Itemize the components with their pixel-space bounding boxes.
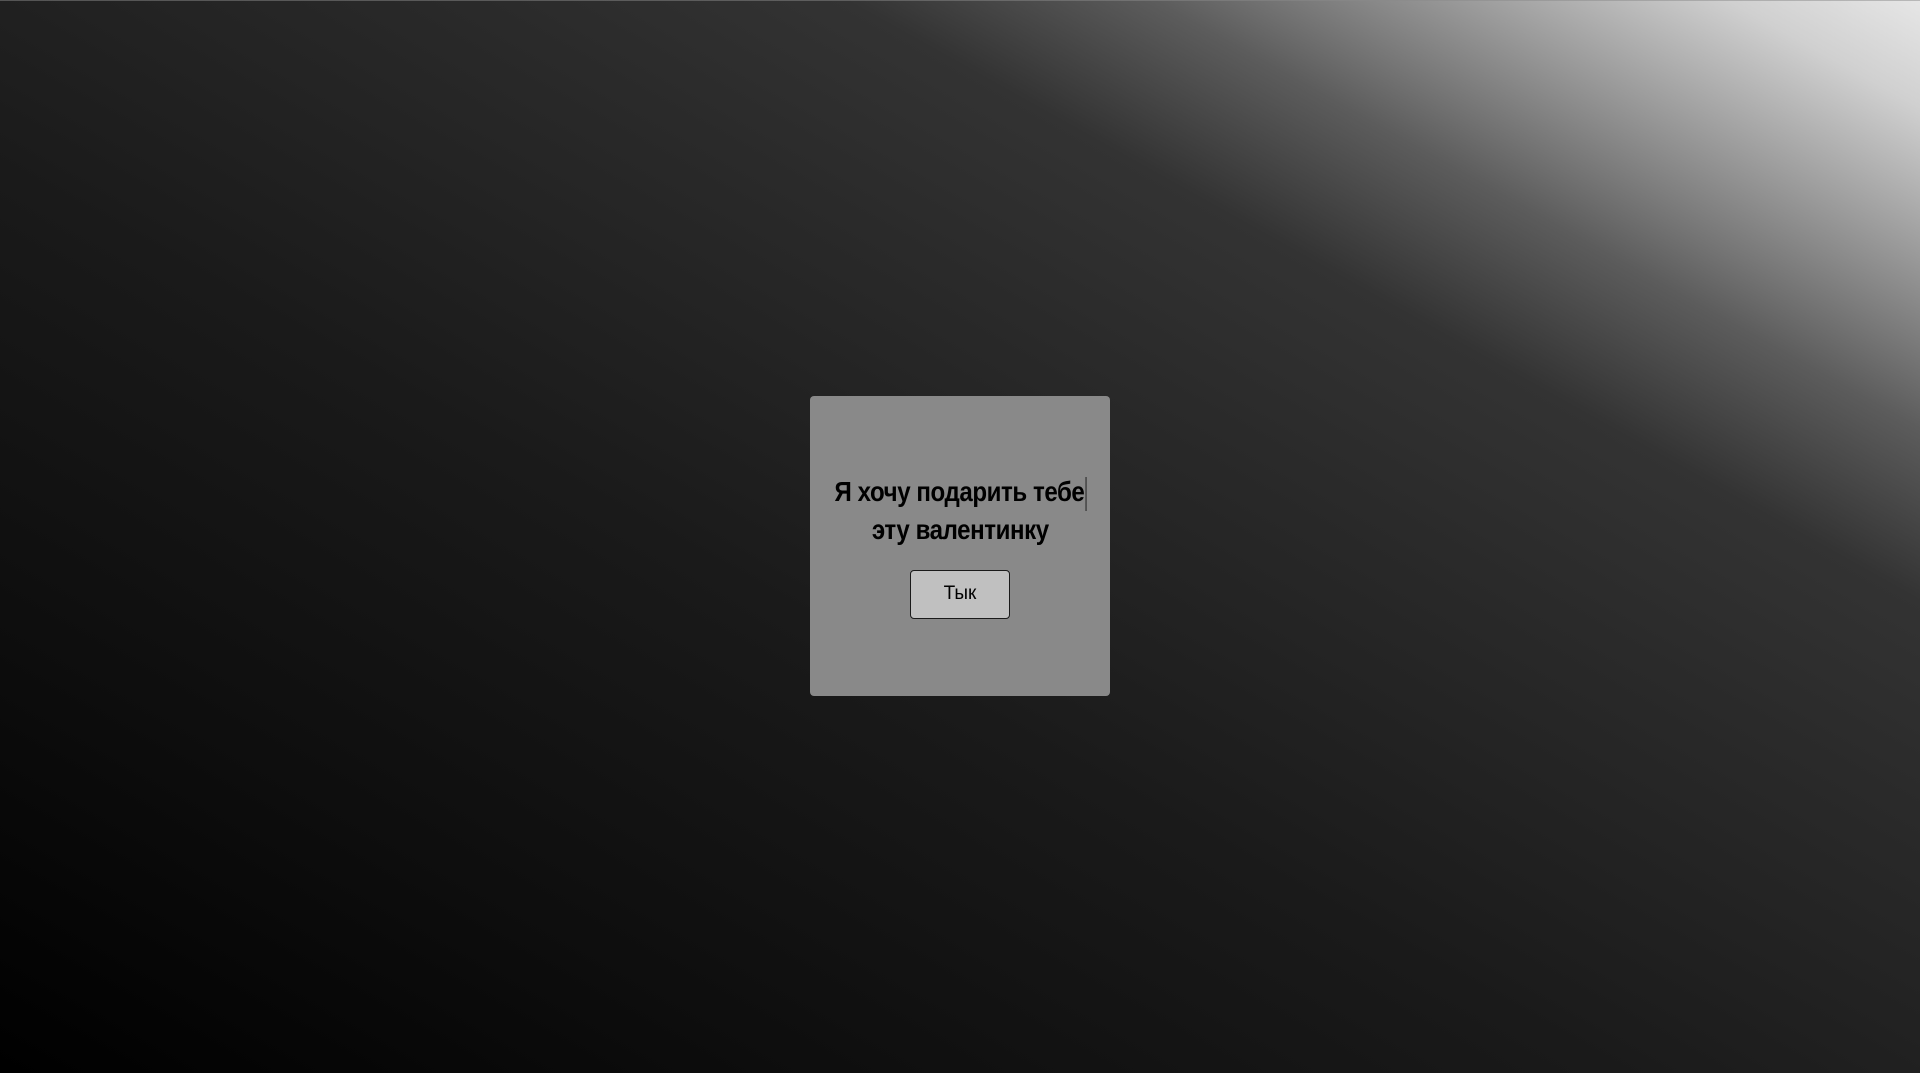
valentine-card: Я хочу подарить тебе эту валентинку Тык — [810, 396, 1110, 696]
card-message-line-2: эту валентинку — [871, 513, 1049, 545]
page-top-edge — [0, 0, 1920, 1]
text-caret — [1084, 476, 1086, 511]
card-message-line-1: Я хочу подарить тебе — [834, 476, 1085, 508]
tyk-button[interactable]: Тык — [910, 569, 1010, 619]
card-message: Я хочу подарить тебе эту валентинку — [834, 473, 1086, 548]
